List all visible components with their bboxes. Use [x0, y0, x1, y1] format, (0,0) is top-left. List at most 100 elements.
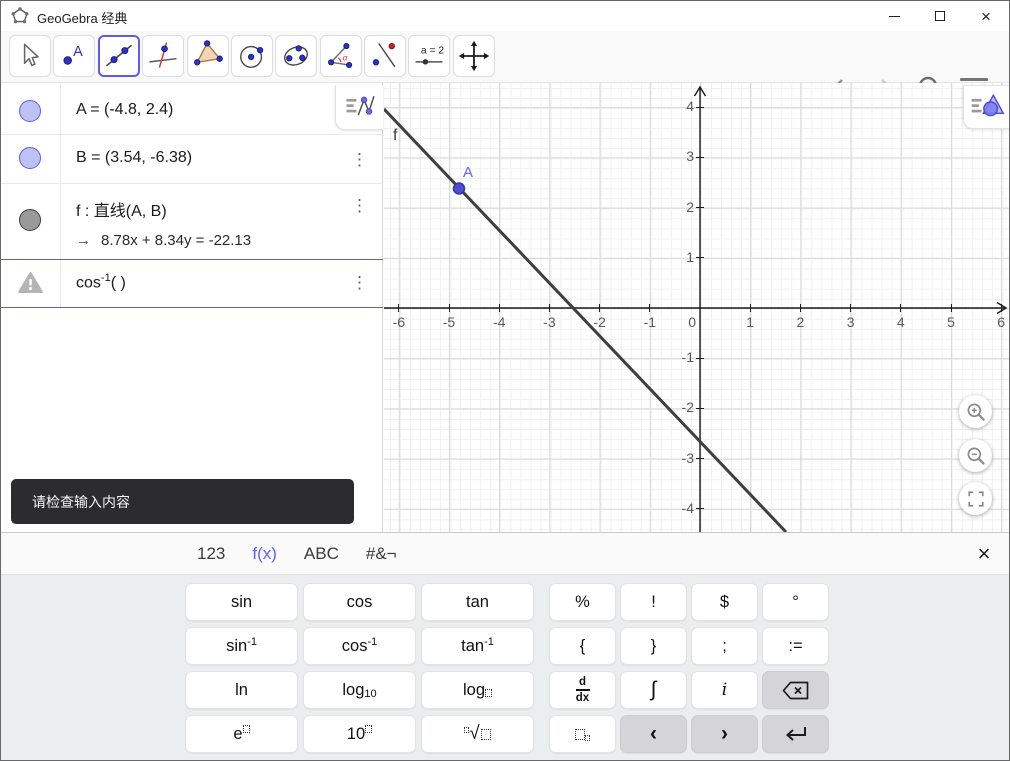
tool-angle[interactable]: α [320, 35, 362, 77]
key-sin[interactable]: sin [185, 583, 298, 621]
key-degree[interactable]: ° [762, 583, 829, 621]
key-imaginary-unit[interactable]: i [691, 671, 758, 709]
key-log10[interactable]: log 10 [303, 671, 416, 709]
menu-icon [960, 78, 988, 82]
maximize-button[interactable] [917, 1, 963, 31]
row-menu-B[interactable]: ⋮ [351, 151, 368, 168]
x-tick-label: -1 [643, 314, 657, 330]
main-area: A = (-4.8, 2.4) B = (3.54, -6.38) ⋮ f : … [1, 83, 1009, 532]
key-cos[interactable]: cos [303, 583, 416, 621]
key-enter[interactable] [762, 715, 829, 753]
keyboard-close-button[interactable]: × [971, 541, 997, 567]
key-factorial[interactable]: ! [620, 583, 687, 621]
point-A[interactable] [452, 182, 466, 195]
x-tick-label: -4 [492, 314, 506, 330]
key-subscript-box[interactable] [549, 715, 616, 753]
key-nth-root[interactable]: √ [421, 715, 534, 753]
warning-icon [18, 272, 43, 293]
fullscreen-icon [967, 490, 984, 507]
graphics-view[interactable]: -6 -5 -4 -3 -2 -1 0 1 2 3 4 5 6 4 3 2 1 -1 -2 -3 -4 f A [384, 83, 1009, 532]
algebra-row-f[interactable]: f : 直线(A, B) → 8.78x + 8.34y = -22.13 ⋮ [1, 183, 383, 259]
tool-circle[interactable] [231, 35, 273, 77]
key-assignment[interactable]: := [762, 627, 829, 665]
tool-move-graphics[interactable] [453, 35, 495, 77]
key-ten-power[interactable]: 10 [303, 715, 416, 753]
error-toast: 请检查输入内容 [11, 479, 354, 524]
algebra-row-B[interactable]: B = (3.54, -6.38) ⋮ [1, 134, 383, 183]
keyboard-tab-f(x)[interactable]: f(x) [252, 544, 277, 564]
tool-line-points[interactable] [364, 35, 406, 77]
key-percent[interactable]: % [549, 583, 616, 621]
x-tick-label: 2 [796, 314, 805, 330]
key-semicolon[interactable]: ; [691, 627, 758, 665]
keyboard-tab-123[interactable]: 123 [197, 544, 225, 564]
x-tickmark [649, 304, 651, 312]
tool-polygon[interactable] [187, 35, 229, 77]
algebra-row-A[interactable]: A = (-4.8, 2.4) [1, 85, 383, 134]
key-arctan[interactable]: tan -1 [421, 627, 534, 665]
key-dollar[interactable]: $ [691, 583, 758, 621]
line-icon [105, 44, 133, 67]
y-tickmark [696, 357, 704, 359]
x-tickmark [398, 304, 400, 312]
point-A-label: A [463, 164, 474, 181]
row-menu-f[interactable]: ⋮ [351, 197, 368, 214]
point-icon: A [63, 44, 83, 65]
key-brace-open[interactable]: { [549, 627, 616, 665]
visibility-toggle-f[interactable] [19, 209, 41, 231]
algebra-panel: A = (-4.8, 2.4) B = (3.54, -6.38) ⋮ f : … [1, 83, 383, 532]
x-tick-label: 6 [997, 314, 1006, 330]
keyboard-tab-#&¬[interactable]: #&¬ [366, 544, 397, 564]
tool-perpendicular-line[interactable] [142, 35, 184, 77]
algebra-input-row[interactable]: cos-1( ) ⋮ [1, 259, 383, 307]
key-cursor-left[interactable]: ‹ [620, 715, 687, 753]
key-brace-close[interactable]: } [620, 627, 687, 665]
slider-icon: a = 2 [415, 45, 444, 65]
key-e-power[interactable]: e [185, 715, 298, 753]
maximize-icon [935, 11, 945, 21]
fullscreen-button[interactable] [959, 482, 992, 515]
graphics-settings-button[interactable] [963, 85, 1009, 129]
input-expression[interactable]: cos-1( ) [76, 272, 126, 292]
tool-point[interactable]: A [53, 35, 95, 77]
zoom-in-button[interactable] [959, 395, 992, 428]
keyboard-tab-ABC[interactable]: ABC [304, 544, 339, 564]
key-arccos[interactable]: cos -1 [303, 627, 416, 665]
row-menu-input[interactable]: ⋮ [351, 274, 368, 291]
y-tickmark [696, 458, 704, 460]
tool-move[interactable] [9, 35, 51, 77]
graphics-canvas [384, 85, 1008, 532]
y-tickmark [696, 207, 704, 209]
key-tan[interactable]: tan [421, 583, 534, 621]
geogebra-window: GeoGebra 经典 × A α a = 2 A = (-4.8, 2.4) … [0, 0, 1010, 761]
x-tickmark [548, 304, 550, 312]
x-tick-label: -3 [543, 314, 556, 330]
visibility-toggle-B[interactable] [19, 147, 41, 169]
y-tick-label: 4 [686, 98, 694, 115]
algebra-entry-A: A = (-4.8, 2.4) [76, 101, 174, 118]
y-tick-label: 1 [686, 248, 694, 265]
key-integral[interactable]: ∫ [620, 671, 687, 709]
zoom-out-button[interactable] [959, 439, 992, 472]
x-tickmark [1000, 304, 1002, 312]
x-tick-label: 3 [846, 314, 855, 330]
visibility-toggle-A[interactable] [19, 100, 41, 122]
key-derivative[interactable]: d dx [549, 671, 616, 709]
minimize-button[interactable] [871, 1, 917, 31]
x-tick-label: 5 [947, 314, 955, 330]
svg-text:α: α [343, 54, 348, 63]
graphics-settings-icon [971, 93, 1005, 117]
key-log-base[interactable]: log [421, 671, 534, 709]
algebra-stylebar-button[interactable] [335, 85, 383, 130]
tool-line[interactable] [98, 35, 140, 77]
line-f-label: f [393, 127, 398, 144]
key-ln[interactable]: ln [185, 671, 298, 709]
y-tickmark [696, 106, 704, 108]
key-backspace[interactable] [762, 671, 829, 709]
tool-slider[interactable]: a = 2 [408, 35, 450, 77]
close-icon: × [981, 6, 991, 26]
close-button[interactable]: × [963, 1, 1009, 31]
key-arcsin[interactable]: sin -1 [185, 627, 298, 665]
tool-conic[interactable] [275, 35, 317, 77]
key-cursor-right[interactable]: › [691, 715, 758, 753]
